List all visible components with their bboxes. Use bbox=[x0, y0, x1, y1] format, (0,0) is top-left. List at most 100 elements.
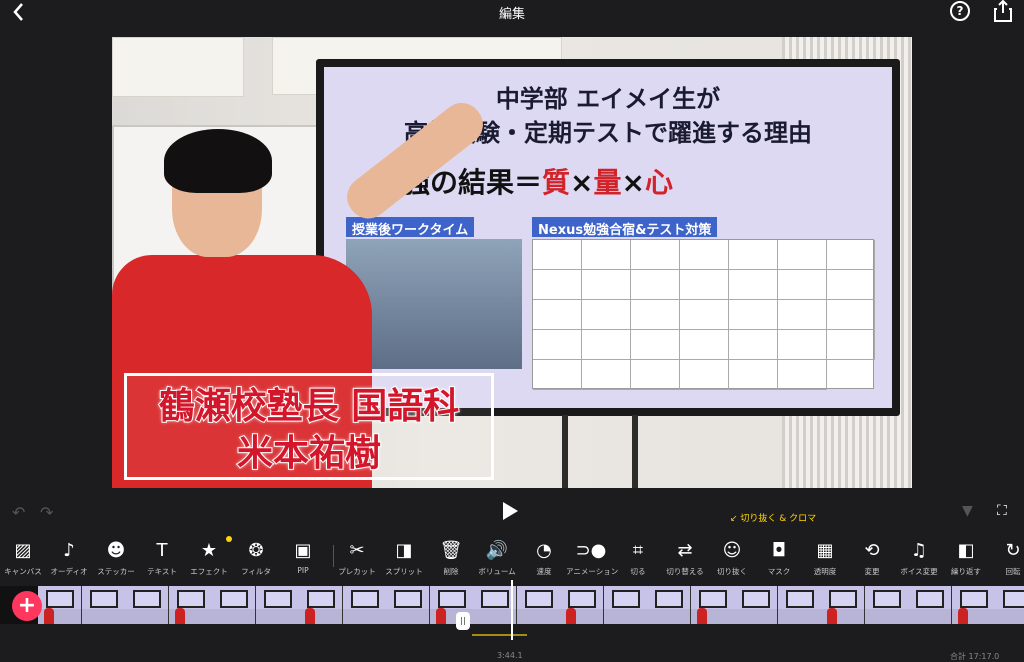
timeline-frame[interactable] bbox=[125, 586, 169, 624]
frame-person bbox=[696, 608, 707, 624]
tool-label: 透明度 bbox=[813, 567, 837, 576]
canvas-icon: ▨ bbox=[14, 540, 32, 561]
frame-person bbox=[566, 608, 576, 624]
tool-label: エフェクト bbox=[190, 567, 228, 576]
tool-speed[interactable]: ◔ 速度 bbox=[519, 540, 569, 577]
caption-box[interactable]: 鶴瀬校塾長 国語科 米本祐樹 bbox=[124, 373, 494, 480]
tool-canvas[interactable]: ▨ キャンバス bbox=[0, 540, 48, 577]
timeline-frame[interactable] bbox=[647, 586, 691, 624]
timeline-frame[interactable] bbox=[38, 586, 82, 624]
add-clip-button[interactable]: + bbox=[12, 591, 42, 621]
screen-heading-1: 中学部 エイメイ生が bbox=[495, 85, 721, 113]
undo-icon[interactable]: ↶ bbox=[12, 503, 25, 522]
timeline-frame[interactable] bbox=[864, 586, 909, 624]
tool-pip[interactable]: ▣ PIP bbox=[278, 540, 328, 575]
timeline-frame[interactable] bbox=[560, 586, 604, 624]
tool-label: 変更 bbox=[864, 567, 880, 576]
tool-label: 繰り返す bbox=[951, 567, 981, 576]
screen-tag-right: Nexus勉強合宿&テスト対策 bbox=[532, 217, 718, 238]
timeline-frame[interactable] bbox=[603, 586, 648, 624]
timeline-frame[interactable] bbox=[821, 586, 865, 624]
frame-screen bbox=[829, 590, 857, 608]
frame-screen bbox=[611, 590, 640, 608]
frame-screen bbox=[307, 590, 335, 608]
trim-handle[interactable]: || bbox=[456, 612, 470, 630]
keyframe-icon[interactable]: ▼ bbox=[962, 503, 978, 519]
frame-screen bbox=[220, 590, 248, 608]
tool-rotate[interactable]: ↻ 回転 bbox=[988, 540, 1024, 577]
opacity-icon: ▦ bbox=[816, 540, 834, 561]
frame-screen bbox=[698, 590, 727, 608]
timeline-frame[interactable] bbox=[386, 586, 430, 624]
tool-filter[interactable]: ❂ フィルタ bbox=[231, 540, 281, 577]
timeline-frame[interactable] bbox=[342, 586, 387, 624]
audio-track-line bbox=[472, 634, 527, 636]
scissors-icon: ✂ bbox=[349, 540, 365, 561]
redo-icon[interactable]: ↷ bbox=[40, 503, 53, 522]
timeline-frame[interactable] bbox=[734, 586, 778, 624]
timeline-frame[interactable] bbox=[777, 586, 822, 624]
timeline-frame[interactable] bbox=[908, 586, 952, 624]
cutout-person-icon: ☺ bbox=[722, 540, 742, 561]
tool-scissors[interactable]: ✂ プレカット bbox=[332, 540, 382, 577]
timeline-frame[interactable] bbox=[995, 586, 1024, 624]
tool-label: ボリューム bbox=[478, 567, 516, 576]
tool-label: アニメーション bbox=[566, 567, 619, 576]
tool-voice-change[interactable]: ♫ ボイス変更 bbox=[894, 540, 944, 577]
share-icon[interactable] bbox=[994, 0, 1012, 22]
tool-star[interactable]: ★ エフェクト bbox=[184, 540, 234, 577]
presenter-hair bbox=[164, 129, 272, 193]
frame-person bbox=[44, 608, 54, 624]
frame-screen bbox=[46, 590, 74, 608]
schedule-table bbox=[532, 239, 875, 390]
tool-label: スプリット bbox=[385, 567, 423, 576]
tool-text[interactable]: T テキスト bbox=[137, 540, 187, 577]
tool-smiley[interactable]: ☻ ステッカー bbox=[91, 540, 141, 577]
tool-label: マスク bbox=[767, 567, 791, 576]
timeline-frame[interactable] bbox=[299, 586, 343, 624]
pip-icon: ▣ bbox=[294, 540, 312, 561]
frame-screen bbox=[394, 590, 422, 608]
tool-trash[interactable]: 🗑 削除 bbox=[426, 540, 476, 577]
video-preview[interactable]: 中学部 エイメイ生が 高校受験・定期テストで躍進する理由 勉強の結果＝質×量×心… bbox=[112, 37, 912, 488]
tool-replace[interactable]: ⟲ 変更 bbox=[847, 540, 897, 577]
tool-label: 速度 bbox=[536, 567, 552, 576]
timeline-frame[interactable] bbox=[516, 586, 561, 624]
tool-mask[interactable]: ◘ マスク bbox=[754, 540, 804, 577]
tool-music-note[interactable]: ♪ オーディオ bbox=[44, 540, 94, 577]
timeline-frame[interactable] bbox=[255, 586, 300, 624]
tool-split[interactable]: ◨ スプリット bbox=[379, 540, 429, 577]
page-title: 編集 bbox=[498, 7, 525, 22]
frame-person bbox=[305, 608, 315, 624]
tool-crop[interactable]: ⌗ 切る bbox=[613, 540, 663, 577]
tool-opacity[interactable]: ▦ 透明度 bbox=[800, 540, 850, 577]
shuffle-icon: ⇄ bbox=[677, 540, 693, 561]
playhead[interactable] bbox=[511, 580, 513, 640]
timeline-frame[interactable] bbox=[951, 586, 996, 624]
frame-screen bbox=[959, 590, 988, 608]
timeline-frame[interactable] bbox=[81, 586, 126, 624]
tool-label: 切り抜く bbox=[717, 567, 747, 576]
formula-times: × bbox=[621, 166, 645, 199]
help-circle-icon[interactable]: ? bbox=[950, 1, 970, 21]
play-icon[interactable] bbox=[503, 502, 518, 520]
formula-quality: 質 bbox=[542, 166, 571, 199]
formula-quantity: 量 bbox=[593, 166, 622, 199]
tool-cutout-person[interactable]: ☺ 切り抜く bbox=[707, 540, 757, 577]
rotate-icon: ↻ bbox=[1005, 540, 1021, 561]
screen-tag-left: 授業後ワークタイム bbox=[346, 217, 475, 238]
tool-label: プレカット bbox=[338, 567, 376, 576]
timeline-frame[interactable] bbox=[212, 586, 256, 624]
tool-repeat[interactable]: ◧ 繰り返す bbox=[941, 540, 991, 577]
repeat-icon: ◧ bbox=[957, 540, 975, 561]
tool-volume[interactable]: 🔊 ボリューム bbox=[472, 540, 522, 577]
frame-screen bbox=[785, 590, 814, 608]
timeline-frame[interactable] bbox=[690, 586, 735, 624]
animation-icon: ⊃● bbox=[575, 540, 607, 561]
timeline-frame[interactable] bbox=[168, 586, 213, 624]
frame-screen bbox=[437, 590, 466, 608]
fullscreen-icon[interactable]: ⛶ bbox=[997, 503, 1013, 519]
caption-line-1: 鶴瀬校塾長 国語科 bbox=[158, 384, 461, 428]
tool-animation[interactable]: ⊃● アニメーション bbox=[566, 540, 619, 577]
tool-shuffle[interactable]: ⇄ 切り替える bbox=[660, 540, 710, 577]
